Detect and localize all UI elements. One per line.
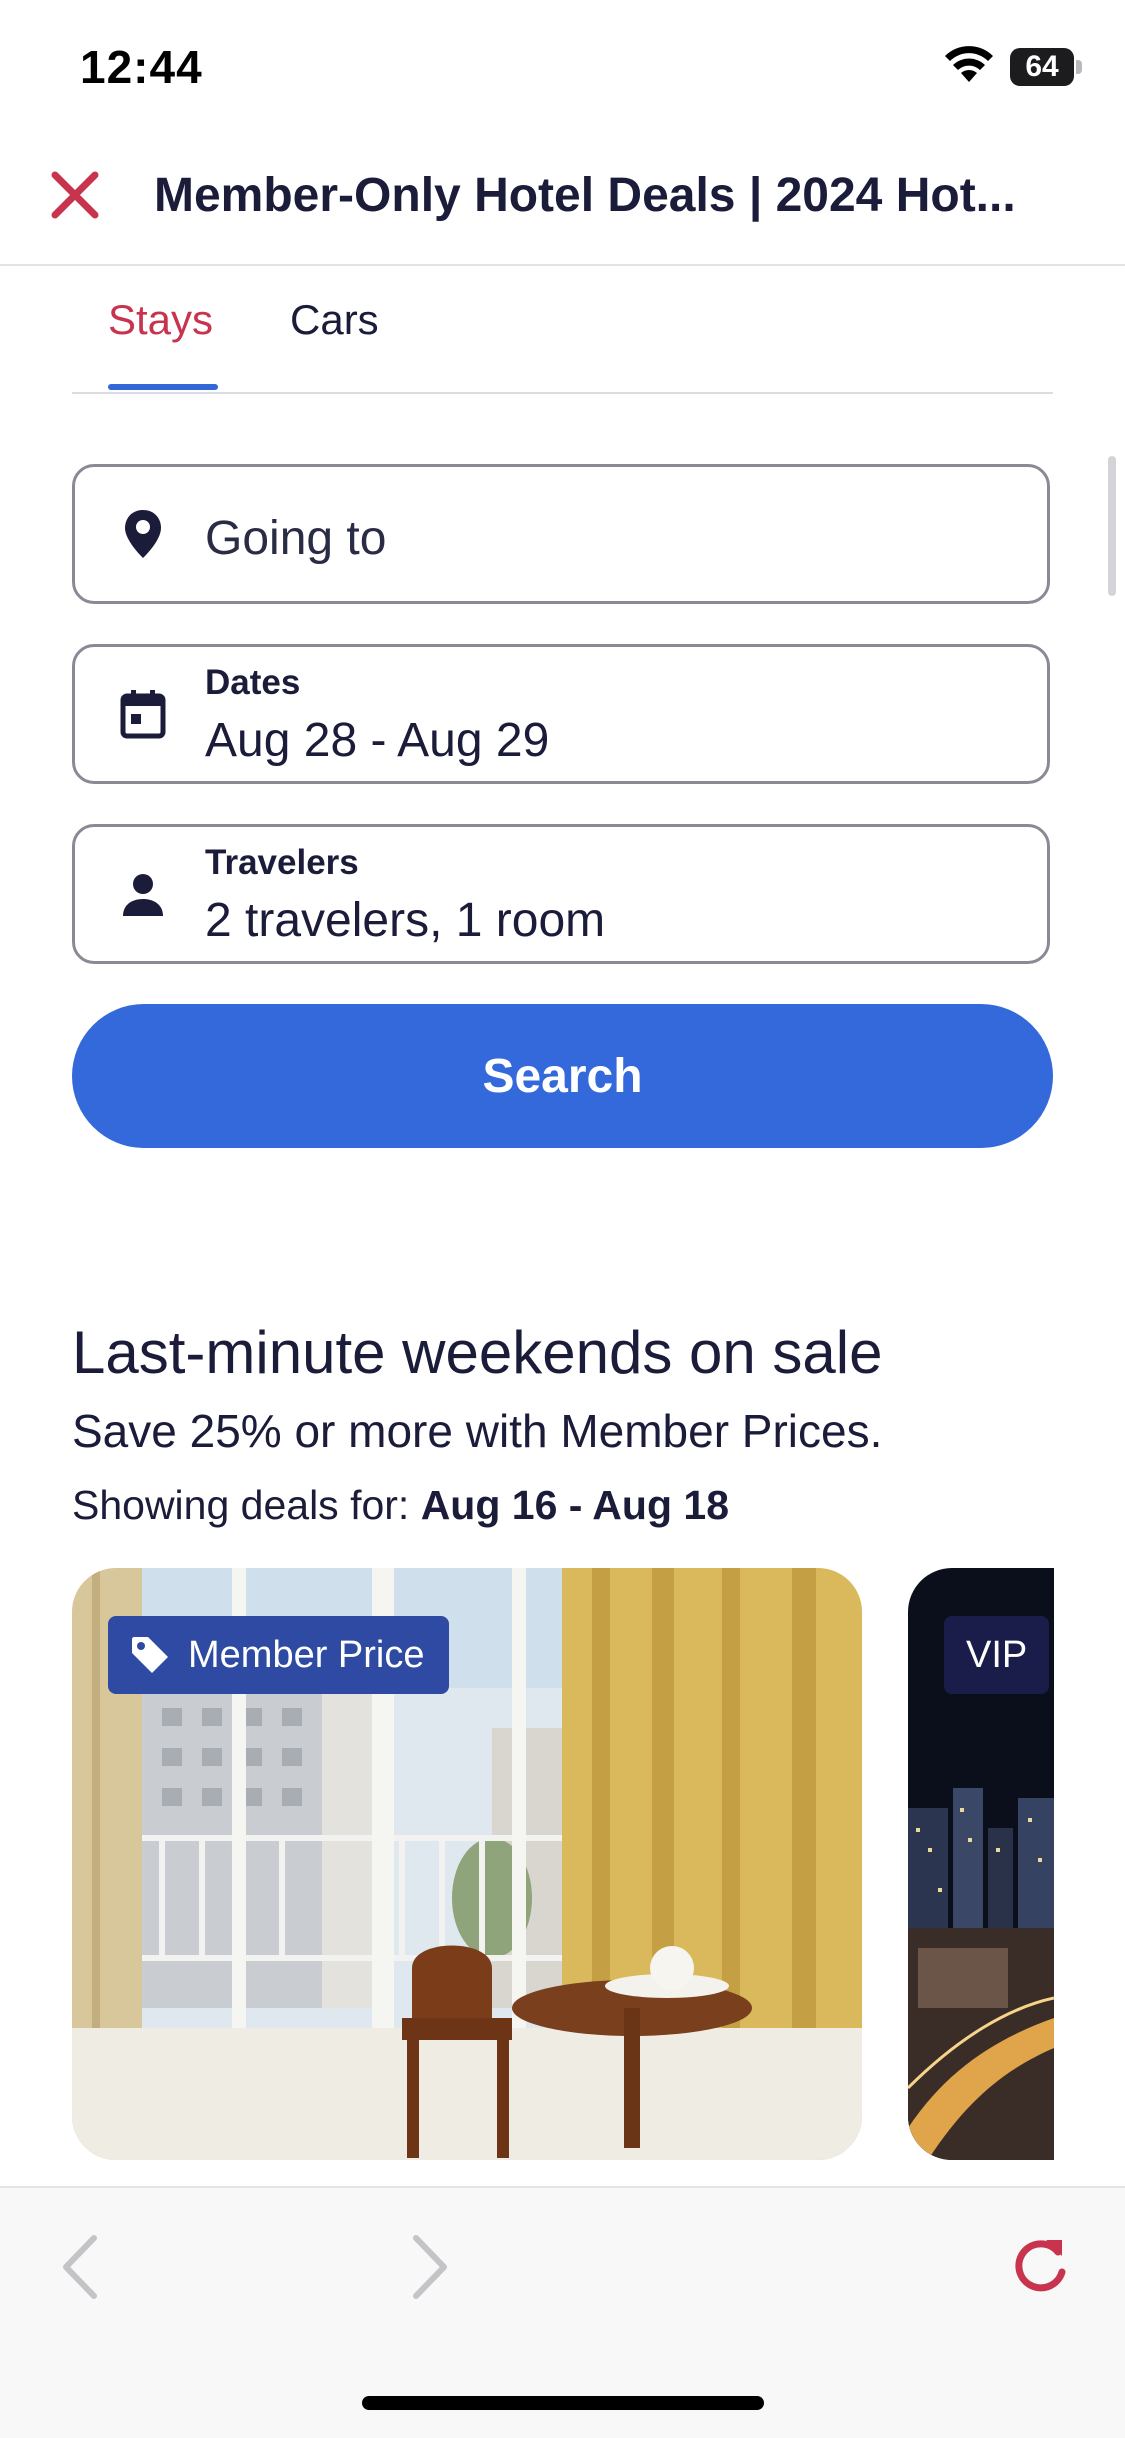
wifi-icon [944, 46, 994, 89]
travelers-value: 2 travelers, 1 room [205, 894, 606, 947]
calendar-icon [115, 686, 171, 742]
dates-value: Aug 28 - Aug 29 [205, 714, 550, 767]
destination-field[interactable]: Going to [72, 464, 1050, 604]
travelers-label: Travelers [205, 843, 359, 882]
scrollbar[interactable] [1108, 456, 1116, 596]
reload-button[interactable] [1008, 2232, 1072, 2301]
active-tab-indicator [108, 384, 218, 390]
battery-indicator: 64 [1010, 48, 1074, 86]
deals-date-range: Showing deals for: Aug 16 - Aug 18 [72, 1482, 729, 1529]
deals-dates: Aug 16 - Aug 18 [420, 1482, 730, 1528]
travelers-field[interactable]: Travelers 2 travelers, 1 room [72, 824, 1050, 964]
status-time: 12:44 [80, 41, 203, 93]
hotel-deal-card[interactable]: Member Price [72, 1568, 862, 2160]
forward-button[interactable] [410, 2232, 450, 2307]
person-icon [115, 866, 171, 922]
search-button[interactable]: Search [72, 1004, 1053, 1148]
chevron-left-icon [63, 2235, 97, 2299]
tabs-divider [72, 392, 1053, 394]
page-title: Member-Only Hotel Deals | 2024 Hot... [154, 169, 1016, 222]
member-price-badge: Member Price [108, 1616, 449, 1694]
tab-cars[interactable]: Cars [290, 296, 379, 344]
deals-subtitle: Save 25% or more with Member Prices. [72, 1405, 883, 1457]
location-pin-icon [115, 506, 171, 562]
tab-stays[interactable]: Stays [108, 296, 213, 344]
close-button[interactable] [40, 160, 110, 230]
close-icon [51, 171, 99, 219]
tag-icon [132, 1637, 168, 1673]
deals-title: Last-minute weekends on sale [72, 1319, 883, 1386]
chevron-right-icon [413, 2235, 447, 2299]
back-button[interactable] [60, 2232, 100, 2307]
vip-badge: VIP [944, 1616, 1050, 1694]
hotel-deal-card[interactable]: VIP [908, 1568, 1054, 2160]
dates-label: Dates [205, 663, 301, 702]
header-divider [0, 264, 1125, 266]
destination-placeholder: Going to [205, 512, 387, 565]
battery-tip [1076, 60, 1082, 74]
home-indicator[interactable] [362, 2396, 764, 2410]
member-price-label: Member Price [188, 1633, 425, 1676]
dates-field[interactable]: Dates Aug 28 - Aug 29 [72, 644, 1050, 784]
reload-icon [1015, 2240, 1066, 2292]
deals-date-prefix: Showing deals for: [72, 1482, 421, 1528]
